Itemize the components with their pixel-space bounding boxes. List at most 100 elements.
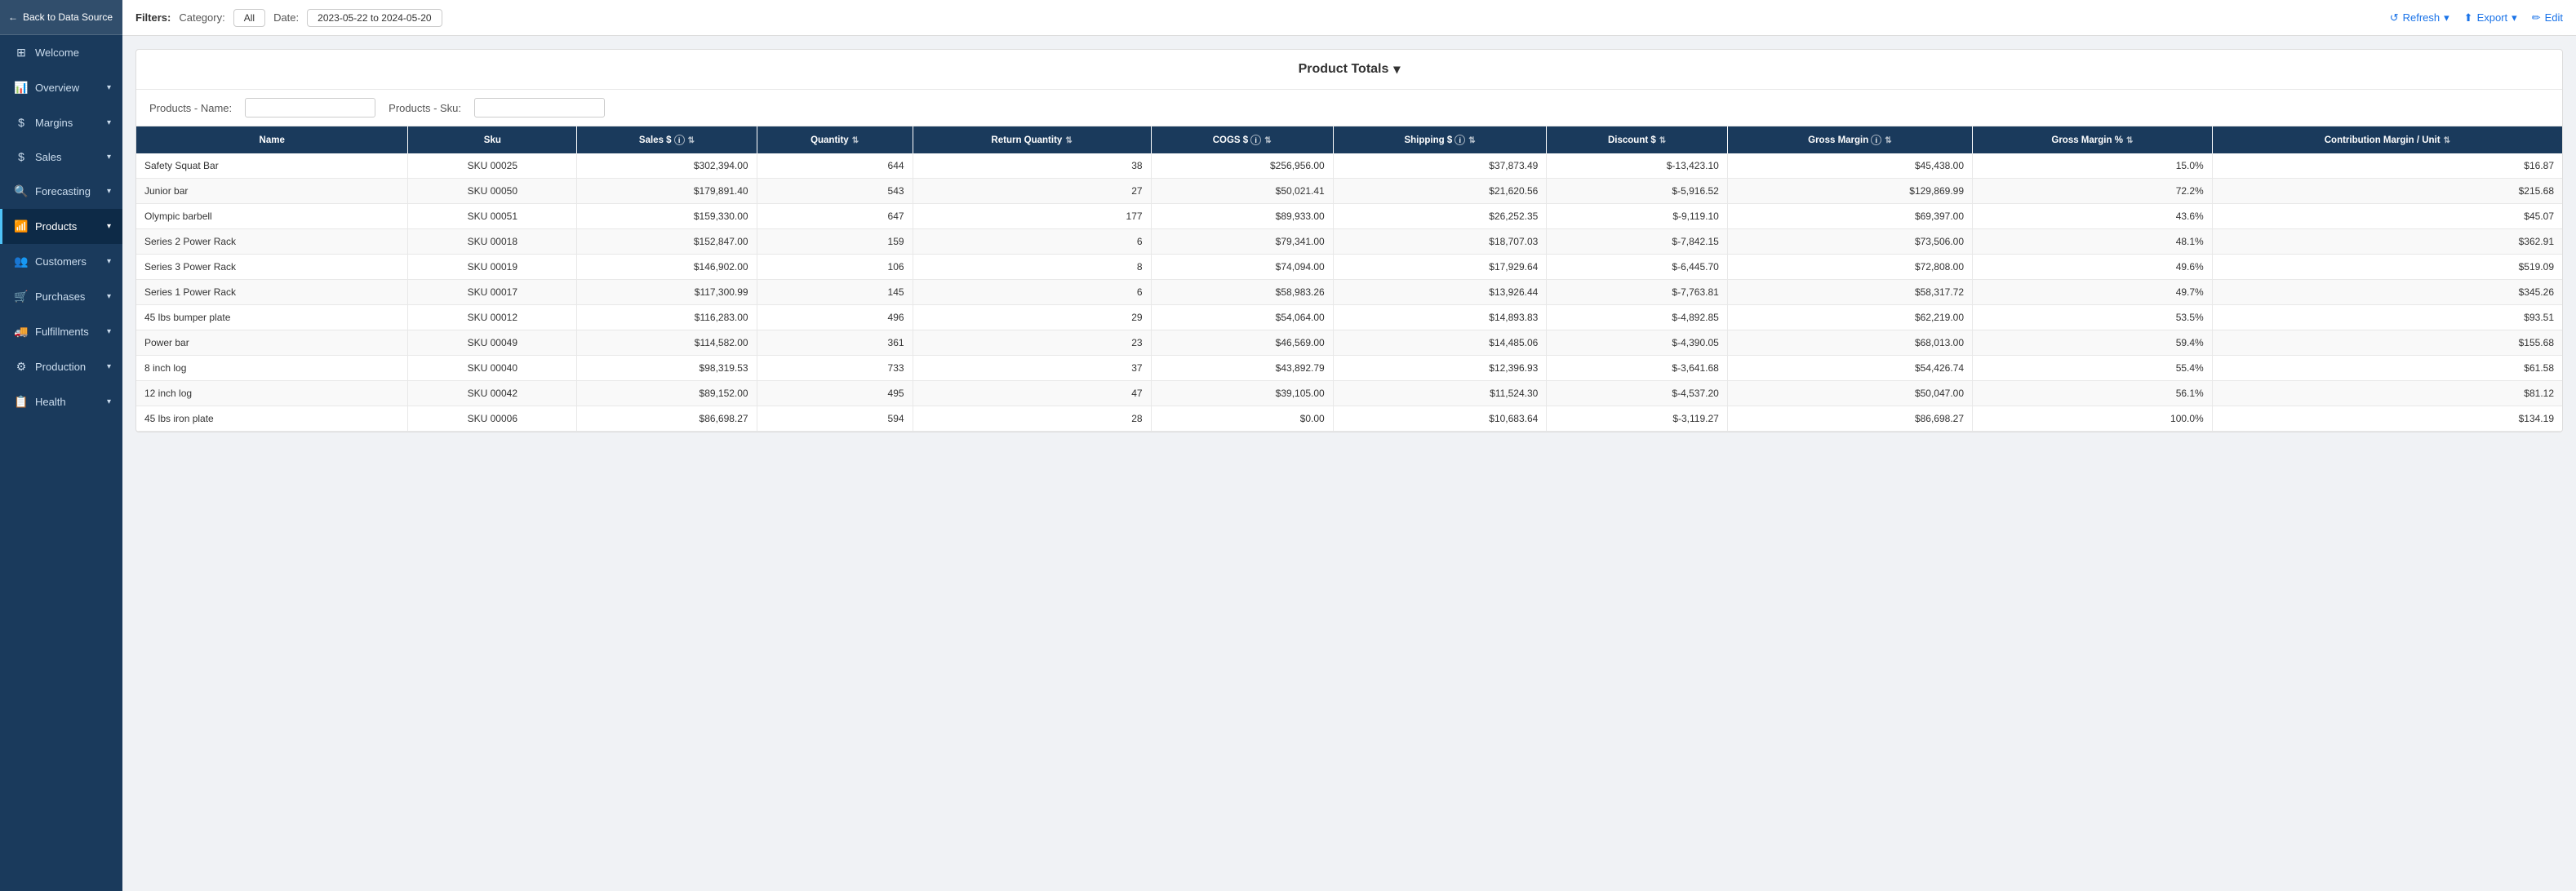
product-totals-table: NameSkuSales $i⇅Quantity⇅Return Quantity…	[136, 126, 2562, 432]
margins-chevron-icon: ▾	[107, 118, 111, 127]
cell-cogs: $79,341.00	[1151, 229, 1333, 255]
info-icon-grossMargin: i	[1871, 135, 1881, 145]
cell-cogs: $54,064.00	[1151, 305, 1333, 330]
cell-grossMargin: $73,506.00	[1727, 229, 1972, 255]
products-sku-input[interactable]	[474, 98, 605, 117]
sidebar-item-overview[interactable]: 📊 Overview ▾	[0, 70, 122, 105]
cell-name: 45 lbs bumper plate	[136, 305, 408, 330]
cell-grossMargin: $69,397.00	[1727, 204, 1972, 229]
sort-icon-cogs[interactable]: ⇅	[1264, 136, 1271, 145]
cell-quantity: 647	[757, 204, 913, 229]
col-header-grossMargin[interactable]: Gross Margini⇅	[1727, 126, 1972, 153]
cell-returnQty: 27	[913, 179, 1151, 204]
sort-icon-sales[interactable]: ⇅	[688, 136, 695, 145]
health-icon: 📋	[14, 395, 29, 409]
export-button[interactable]: ⬆ Export ▾	[2464, 11, 2517, 24]
col-header-cogs[interactable]: COGS $i⇅	[1151, 126, 1333, 153]
cell-shipping: $26,252.35	[1333, 204, 1547, 229]
main-content: Filters: Category: All Date: 2023-05-22 …	[122, 0, 2576, 891]
table-row: Series 1 Power RackSKU 00017$117,300.991…	[136, 280, 2562, 305]
sort-icon-grossMargin[interactable]: ⇅	[1885, 136, 1891, 145]
sidebar-label-fulfillments: Fulfillments	[35, 326, 89, 338]
cell-returnQty: 177	[913, 204, 1151, 229]
col-header-quantity[interactable]: Quantity⇅	[757, 126, 913, 153]
cell-contributionMargin: $81.12	[2212, 381, 2562, 406]
cell-shipping: $17,929.64	[1333, 255, 1547, 280]
sort-icon-shipping[interactable]: ⇅	[1468, 136, 1475, 145]
cell-shipping: $13,926.44	[1333, 280, 1547, 305]
sidebar-item-purchases[interactable]: 🛒 Purchases ▾	[0, 279, 122, 314]
col-header-returnQty[interactable]: Return Quantity⇅	[913, 126, 1151, 153]
cell-grossMargin: $62,219.00	[1727, 305, 1972, 330]
col-header-shipping[interactable]: Shipping $i⇅	[1333, 126, 1547, 153]
col-header-grossMarginPct[interactable]: Gross Margin %⇅	[1973, 126, 2213, 153]
overview-chevron-icon: ▾	[107, 83, 111, 92]
cell-discount: $-3,119.27	[1547, 406, 1727, 432]
sidebar-item-customers[interactable]: 👥 Customers ▾	[0, 244, 122, 279]
sidebar-item-sales[interactable]: $ Sales ▾	[0, 140, 122, 174]
col-header-sales[interactable]: Sales $i⇅	[577, 126, 757, 153]
sidebar-label-welcome: Welcome	[35, 47, 79, 59]
back-to-data-source[interactable]: ← Back to Data Source	[0, 0, 122, 35]
cell-quantity: 644	[757, 153, 913, 179]
cell-returnQty: 37	[913, 356, 1151, 381]
sidebar-item-forecasting[interactable]: 🔍 Forecasting ▾	[0, 174, 122, 209]
refresh-button[interactable]: ↺ Refresh ▾	[2390, 11, 2449, 24]
cell-quantity: 496	[757, 305, 913, 330]
category-all-button[interactable]: All	[233, 9, 265, 27]
cell-sales: $159,330.00	[577, 204, 757, 229]
health-chevron-icon: ▾	[107, 397, 111, 406]
sidebar-item-welcome[interactable]: ⊞ Welcome	[0, 35, 122, 70]
cell-name: 45 lbs iron plate	[136, 406, 408, 432]
col-header-contributionMargin[interactable]: Contribution Margin / Unit⇅	[2212, 126, 2562, 153]
sidebar-label-customers: Customers	[35, 255, 87, 268]
cell-grossMargin: $58,317.72	[1727, 280, 1972, 305]
card-title: Product Totals	[1299, 62, 1389, 77]
customers-chevron-icon: ▾	[107, 257, 111, 266]
sidebar-item-margins[interactable]: $ Margins ▾	[0, 105, 122, 140]
cell-name: Series 2 Power Rack	[136, 229, 408, 255]
cell-returnQty: 38	[913, 153, 1151, 179]
margins-icon: $	[14, 116, 29, 129]
cell-sales: $146,902.00	[577, 255, 757, 280]
cell-sales: $89,152.00	[577, 381, 757, 406]
products-name-input[interactable]	[245, 98, 375, 117]
products-name-label: Products - Name:	[149, 102, 232, 114]
cell-cogs: $74,094.00	[1151, 255, 1333, 280]
cell-name: 8 inch log	[136, 356, 408, 381]
cell-cogs: $50,021.41	[1151, 179, 1333, 204]
cell-discount: $-4,537.20	[1547, 381, 1727, 406]
sidebar-item-fulfillments[interactable]: 🚚 Fulfillments ▾	[0, 314, 122, 349]
cell-quantity: 733	[757, 356, 913, 381]
sort-icon-contributionMargin[interactable]: ⇅	[2444, 136, 2450, 145]
sort-icon-discount[interactable]: ⇅	[1659, 136, 1666, 145]
cell-name: Power bar	[136, 330, 408, 356]
sidebar-item-products[interactable]: 📶 Products ▾	[0, 209, 122, 244]
sort-icon-grossMarginPct[interactable]: ⇅	[2126, 136, 2133, 145]
cell-grossMarginPct: 15.0%	[1973, 153, 2213, 179]
cell-sales: $117,300.99	[577, 280, 757, 305]
sidebar-item-health[interactable]: 📋 Health ▾	[0, 384, 122, 419]
cell-contributionMargin: $519.09	[2212, 255, 2562, 280]
sort-icon-returnQty[interactable]: ⇅	[1065, 136, 1072, 145]
cell-contributionMargin: $93.51	[2212, 305, 2562, 330]
cell-name: Olympic barbell	[136, 204, 408, 229]
cell-shipping: $11,524.30	[1333, 381, 1547, 406]
edit-button[interactable]: ✏ Edit	[2532, 11, 2563, 24]
back-arrow-icon: ←	[8, 11, 18, 23]
products-chevron-icon: ▾	[107, 222, 111, 231]
sidebar-label-production: Production	[35, 361, 86, 373]
fulfillments-icon: 🚚	[14, 325, 29, 339]
sidebar-item-production[interactable]: ⚙ Production ▾	[0, 349, 122, 384]
cell-grossMarginPct: 48.1%	[1973, 229, 2213, 255]
topbar-filters: Filters: Category: All Date: 2023-05-22 …	[135, 9, 442, 27]
date-range-button[interactable]: 2023-05-22 to 2024-05-20	[307, 9, 442, 27]
cell-sku: SKU 00018	[408, 229, 577, 255]
col-header-sku[interactable]: Sku	[408, 126, 577, 153]
cell-contributionMargin: $61.58	[2212, 356, 2562, 381]
products-icon: 📶	[14, 219, 29, 233]
col-header-name[interactable]: Name	[136, 126, 408, 153]
col-header-discount[interactable]: Discount $⇅	[1547, 126, 1727, 153]
sort-icon-quantity[interactable]: ⇅	[852, 136, 859, 145]
product-table-wrapper: NameSkuSales $i⇅Quantity⇅Return Quantity…	[136, 126, 2562, 432]
